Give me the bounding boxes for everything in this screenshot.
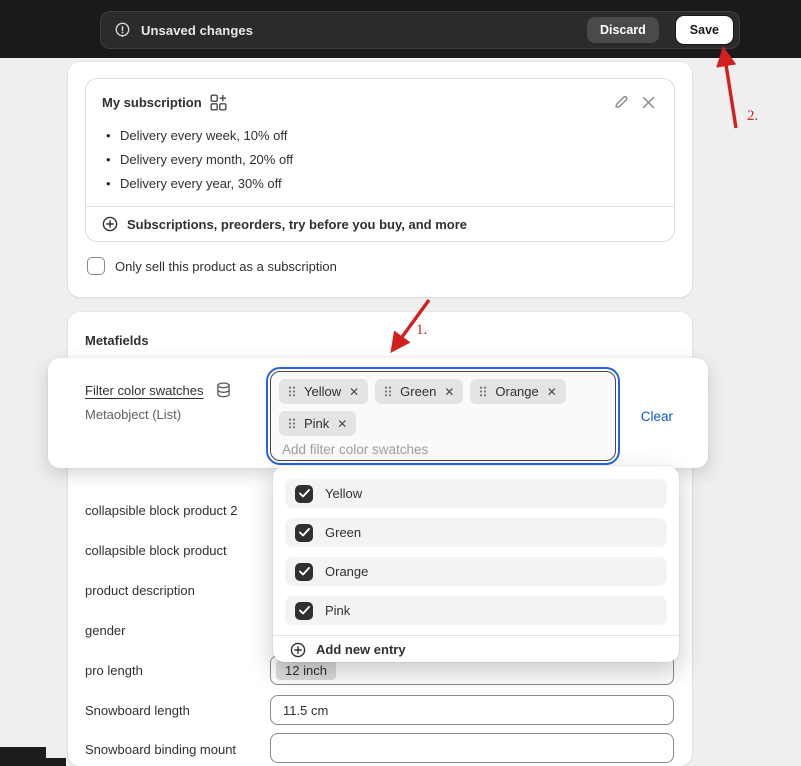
option-orange[interactable]: Orange [285,557,667,586]
tag-label: Pink [304,416,329,431]
input-placeholder[interactable]: Add filter color swatches [279,442,607,457]
my-subscription-card: My subscription [85,78,675,242]
drag-handle-icon[interactable] [288,418,296,429]
snowboard-length-field[interactable]: 11.5 cm [270,695,674,725]
check-icon [299,606,310,615]
app-block-icon [210,94,227,111]
remove-tag-icon[interactable]: ✕ [444,386,454,398]
remove-tag-icon[interactable]: ✕ [547,386,557,398]
tag-green[interactable]: Green ✕ [375,379,463,404]
circle-plus-icon [102,216,118,232]
checkbox-label: Only sell this product as a subscription [115,259,337,274]
option-label: Orange [325,564,368,579]
drag-handle-icon[interactable] [479,386,487,397]
subscriptions-more-label: Subscriptions, preorders, try before you… [127,217,467,232]
subscriptions-more-link[interactable]: Subscriptions, preorders, try before you… [86,207,674,241]
checkbox-checked[interactable] [295,524,313,542]
option-label: Green [325,525,361,540]
filter-color-swatches-input[interactable]: Yellow ✕ Green ✕ [270,371,616,461]
list-item: Delivery every year, 30% off [106,172,658,196]
remove-subscription-button[interactable] [639,93,658,112]
option-yellow[interactable]: Yellow [285,479,667,508]
discard-button[interactable]: Discard [587,17,659,43]
pro-length-value-chip[interactable]: 12 inch [276,660,336,680]
metafield-label: gender [85,623,125,638]
filter-color-swatches-row: Filter color swatches Metaobject (List) [48,358,708,468]
tag-label: Orange [495,384,538,399]
checkbox-checked[interactable] [295,602,313,620]
pencil-icon [613,94,629,110]
subscription-card-title: My subscription [102,95,202,110]
product-admin-page: Unsaved changes Discard Save My subscrip… [0,0,801,766]
checkbox-unchecked[interactable] [87,257,105,275]
annotation-step-2: 2. [747,108,758,125]
add-new-entry-button[interactable]: Add new entry [273,636,679,662]
metafields-title: Metafields [85,333,149,348]
filter-color-swatches-label[interactable]: Filter color swatches [85,383,203,398]
list-item: Delivery every week, 10% off [106,124,658,148]
close-icon [641,95,656,110]
unsaved-changes-message: Unsaved changes [141,23,577,38]
metafield-label: collapsible block product 2 [85,503,237,518]
metafield-type-label: Metaobject (List) [85,407,231,422]
circle-plus-icon [290,642,306,658]
check-icon [299,567,310,576]
unsaved-changes-bar: Unsaved changes Discard Save [100,11,740,49]
swatch-options-dropdown: Yellow Green Orange [273,466,679,662]
tag-yellow[interactable]: Yellow ✕ [279,379,368,404]
subscription-options-list: Delivery every week, 10% off Delivery ev… [86,116,674,206]
option-green[interactable]: Green [285,518,667,547]
snowboard-length-value: 11.5 cm [271,703,328,718]
checkbox-checked[interactable] [295,563,313,581]
metaobject-icon [216,382,231,398]
tag-label: Green [400,384,436,399]
metafield-label: collapsible block product [85,543,227,558]
top-bar: Unsaved changes Discard Save [0,0,801,58]
drag-handle-icon[interactable] [384,386,392,397]
checkbox-checked[interactable] [295,485,313,503]
option-pink[interactable]: Pink [285,596,667,625]
metafield-label: product description [85,583,195,598]
tag-pink[interactable]: Pink ✕ [279,411,356,436]
alert-icon [114,22,131,39]
tag-label: Yellow [304,384,341,399]
only-subscription-checkbox-row[interactable]: Only sell this product as a subscription [85,257,675,275]
subscription-section-card: My subscription [68,62,692,297]
metafield-label: Snowboard length [85,703,190,718]
edit-subscription-button[interactable] [611,92,631,112]
check-icon [299,528,310,537]
remove-tag-icon[interactable]: ✕ [349,386,359,398]
option-label: Pink [325,603,350,618]
tag-orange[interactable]: Orange ✕ [470,379,565,404]
option-label: Yellow [325,486,362,501]
add-new-entry-label: Add new entry [316,642,406,657]
metafield-label: pro length [85,663,143,678]
clear-button[interactable]: Clear [641,409,673,424]
list-item: Delivery every month, 20% off [106,148,658,172]
snowboard-binding-mount-field[interactable] [270,733,674,763]
drag-handle-icon[interactable] [288,386,296,397]
arrow-2 [724,52,736,128]
background-window-fragment [0,758,66,766]
metafield-label: Snowboard binding mount [85,742,236,757]
check-icon [299,489,310,498]
save-button[interactable]: Save [676,16,733,44]
remove-tag-icon[interactable]: ✕ [337,418,347,430]
